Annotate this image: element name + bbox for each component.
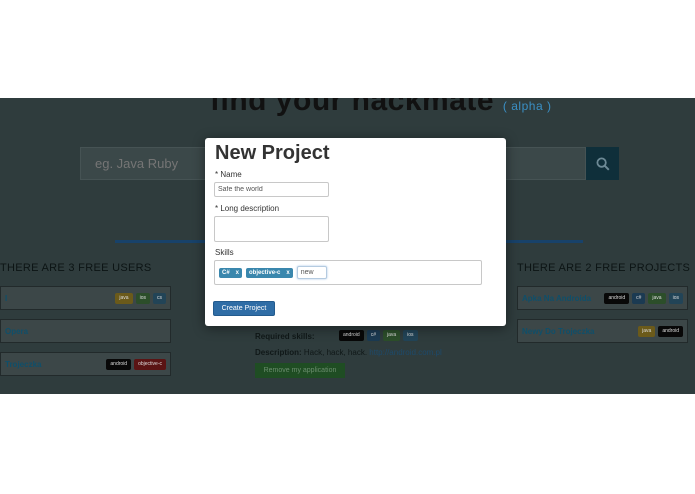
required-skills-tags: android c# java ios: [336, 330, 418, 341]
alpha-badge: ( alpha ): [502, 99, 552, 113]
skill-tag: c#: [632, 292, 646, 304]
user-row[interactable]: Opera: [0, 319, 171, 343]
user-name: I: [5, 293, 8, 303]
name-input[interactable]: [214, 182, 329, 197]
hero-title-text: find your hackmate: [210, 98, 495, 117]
skill-tag: java: [638, 325, 656, 337]
hero-title: find your hackmate ( alpha ): [210, 98, 551, 118]
skill-tag: ios: [668, 292, 683, 304]
user-row[interactable]: Trojeczka android objective-c: [0, 352, 171, 376]
project-row[interactable]: Apka Na Androida android c# java ios: [517, 286, 688, 310]
projects-section-title: THERE ARE 2 FREE PROJECTS: [517, 262, 691, 274]
page: find your hackmate ( alpha ) THERE ARE 3…: [0, 0, 695, 494]
skill-tag: java: [648, 292, 666, 304]
skill-tag: c#: [366, 330, 380, 341]
skill-tag: android: [106, 358, 132, 370]
user-name: Opera: [5, 326, 29, 336]
skill-tag: ios: [135, 292, 150, 304]
skill-input[interactable]: [296, 266, 327, 279]
description-textarea[interactable]: [214, 216, 329, 242]
project-row[interactable]: Newy Do Trojeczka java android: [517, 319, 688, 343]
search-icon: [596, 157, 610, 171]
skill-tag: java: [115, 292, 133, 304]
skill-chip: C# x: [219, 267, 243, 278]
user-row[interactable]: I java ios cs: [0, 286, 171, 310]
skill-tag: android: [658, 325, 683, 337]
skill-tag: objective-c: [134, 358, 166, 370]
skill-tag: android: [604, 292, 630, 304]
description: Description: Hack, hack, hack. http://an…: [255, 348, 442, 357]
description-link[interactable]: http://android.com.pl: [369, 348, 441, 357]
user-name: Trojeczka: [5, 359, 42, 369]
skill-chip: objective-c x: [246, 267, 293, 278]
users-section-title: THERE ARE 3 FREE USERS: [0, 262, 152, 274]
description-label: Description:: [255, 348, 302, 357]
skill-chip-label: objective-c: [249, 269, 281, 276]
new-project-modal: New Project * Name * Long description Sk…: [205, 138, 506, 326]
remove-skill-icon[interactable]: x: [283, 269, 289, 277]
project-name: Apka Na Androida: [522, 293, 592, 303]
remove-application-button[interactable]: Remove my application: [255, 363, 345, 378]
modal-title: New Project: [215, 142, 330, 164]
name-label: * Name: [215, 170, 242, 179]
skill-tag: cs: [153, 292, 166, 304]
skill-tag: java: [382, 330, 401, 341]
project-name: Newy Do Trojeczka: [522, 326, 595, 336]
search-button[interactable]: [586, 147, 619, 180]
skills-label: Skills: [215, 248, 234, 257]
description-text: Hack, hack, hack.: [303, 348, 368, 357]
skill-chip-label: C#: [222, 269, 230, 276]
required-skills-label: Required skills:: [255, 332, 315, 341]
create-project-button[interactable]: Create Project: [213, 301, 275, 316]
skill-tag: ios: [403, 330, 418, 341]
skill-tag: android: [339, 330, 364, 341]
remove-skill-icon[interactable]: x: [233, 269, 239, 277]
skills-input-box[interactable]: C# x objective-c x: [214, 260, 482, 285]
description-label: * Long description: [215, 204, 280, 213]
